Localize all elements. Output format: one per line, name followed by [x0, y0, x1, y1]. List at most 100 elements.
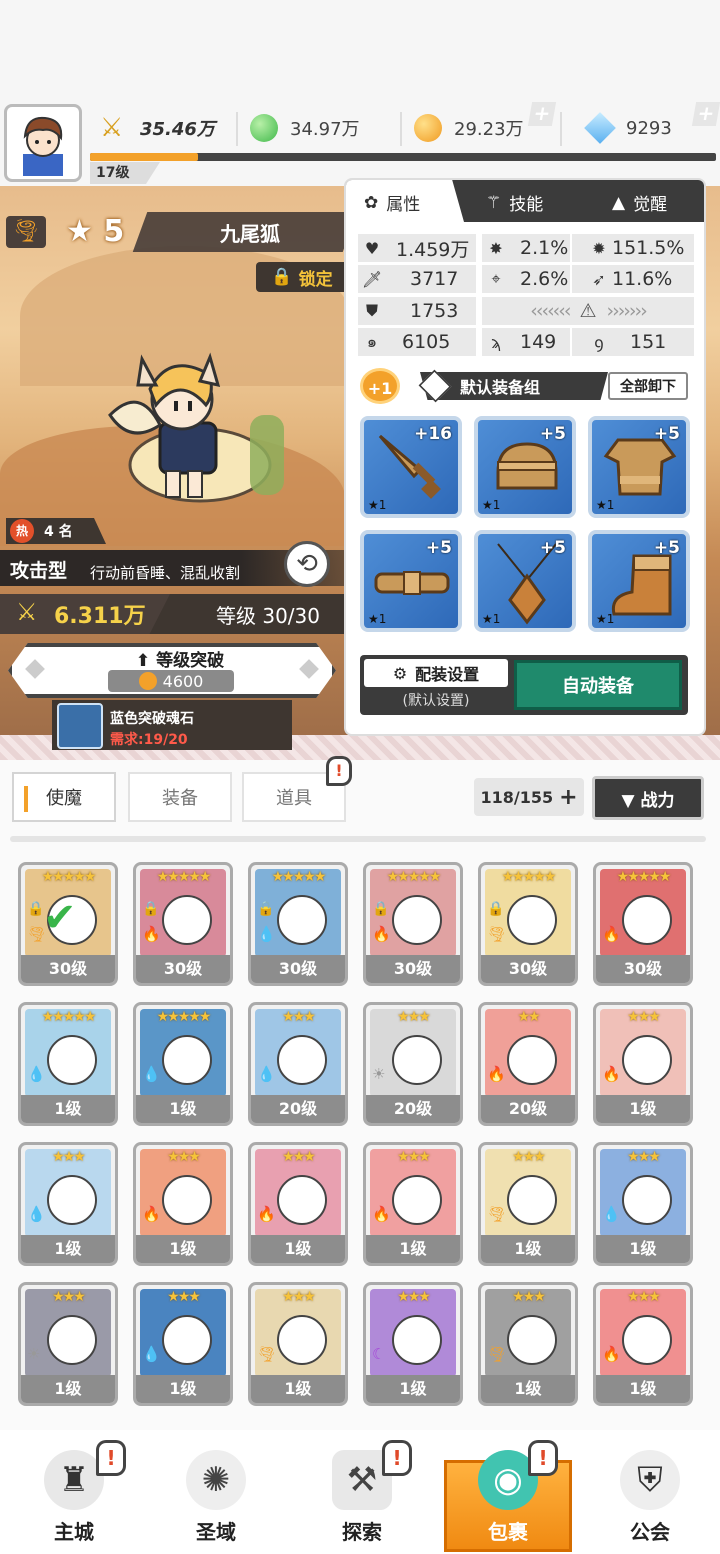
familiar-card[interactable]: ★★★★★ 🔒 🌪 30级: [478, 862, 578, 986]
skill-a-icon: ϡ: [490, 332, 502, 352]
familiar-level: 20级: [481, 1095, 575, 1123]
stat-spd: ๑ 6105: [358, 328, 476, 356]
familiar-face: [162, 1035, 212, 1085]
stat-atk: 🗡 3717: [358, 265, 476, 293]
stat-crit-dmg-value: 151.5%: [612, 237, 685, 259]
familiar-card[interactable]: ★★★ 💧 1级: [593, 1142, 693, 1266]
familiar-card[interactable]: ★★★ 🔥 1级: [248, 1142, 348, 1266]
familiar-card[interactable]: ★★★ ☀ 1级: [18, 1282, 118, 1406]
familiar-card[interactable]: ★★★ 💧 1级: [133, 1282, 233, 1406]
gold-currency[interactable]: 29.23万 +: [414, 101, 557, 148]
tab-awaken[interactable]: ▲ 觉醒: [612, 190, 667, 216]
stat-def-value: 1753: [410, 300, 459, 322]
equip-slot-boots[interactable]: +5 ★1: [588, 530, 690, 632]
enhance-level: +16: [414, 424, 452, 444]
familiar-card[interactable]: ★★★★★ 💧 1级: [18, 1002, 118, 1126]
familiar-stars: ★★★★★: [156, 1009, 212, 1025]
fire-element-icon: 🔥: [602, 925, 621, 943]
xp-fill: [90, 153, 198, 161]
gear-icon: ⚙: [392, 663, 408, 683]
stat-hp-value: 1.459万: [396, 238, 470, 261]
add-diamond-button[interactable]: +: [691, 101, 720, 126]
familiar-card[interactable]: ★★★★★ 🔒 💧 30级: [248, 862, 348, 986]
tab-attributes[interactable]: ✿ 属性: [364, 190, 420, 216]
equip-slot-helmet[interactable]: +5 ★1: [474, 416, 576, 518]
equip-slot-weapon[interactable]: +16 ★1: [360, 416, 462, 518]
stone-name: 蓝色突破魂石: [110, 711, 194, 727]
blue-soulstone-icon[interactable]: [57, 703, 103, 749]
lock-icon: 🔒: [142, 901, 160, 917]
familiar-face: [277, 1175, 327, 1225]
switch-hero-button[interactable]: ⟲: [284, 541, 330, 587]
stat-spd-value: 6105: [402, 331, 451, 353]
armor-item-icon: [603, 438, 677, 496]
wind-element-icon: 🌪: [487, 925, 507, 943]
familiar-card[interactable]: ★★★ 💧 1级: [18, 1142, 118, 1266]
dash-icon: ➶: [592, 269, 606, 289]
loadout-config-button[interactable]: ⚙ 配装设置: [364, 659, 508, 687]
stat-skill-b: ꝯ 151: [572, 328, 694, 356]
break-title: ⬆ 等级突破: [110, 646, 250, 671]
unequip-all-button[interactable]: 全部卸下: [608, 372, 688, 400]
familiar-card[interactable]: ★★★★★ 🔒 🔥 30级: [133, 862, 233, 986]
familiar-card[interactable]: ★★★ 🌪 1级: [478, 1142, 578, 1266]
player-avatar[interactable]: [4, 104, 82, 182]
familiar-stars: ★★★: [282, 1289, 316, 1305]
gold-coin-icon: [138, 672, 157, 690]
auto-equip-button[interactable]: 自动装备: [514, 660, 682, 710]
nav-guild-label: 公会: [630, 1520, 670, 1544]
hero-type: 攻击型: [10, 560, 68, 582]
selected-check-icon: ✔: [43, 895, 77, 941]
diamond-currency[interactable]: 9293 +: [584, 101, 720, 148]
equip-slot-armor[interactable]: +5 ★1: [588, 416, 690, 518]
nav-explore-alert-icon: !: [382, 1440, 412, 1476]
nav-sanctuary[interactable]: ✺ 圣域: [156, 1450, 276, 1545]
familiar-card[interactable]: ★★★ 🌪 1级: [478, 1282, 578, 1406]
familiar-level: 1级: [21, 1095, 115, 1123]
familiar-count[interactable]: 118/155 +: [474, 778, 584, 816]
familiar-card[interactable]: ★★★★★ 🔒 🔥 30级: [363, 862, 463, 986]
familiar-card[interactable]: ★★ 🔥 20级: [478, 1002, 578, 1126]
familiar-card[interactable]: ★★★★★ 🔒 🌪 ✔ 30级: [18, 862, 118, 986]
hero-power: 6.311万: [54, 604, 146, 629]
tab-skills[interactable]: ⚚ 技能: [486, 190, 543, 216]
dark-element-icon: ☾: [372, 1345, 386, 1363]
familiar-count-value: 118/155: [480, 787, 554, 807]
sort-by-power-button[interactable]: ▼ 战力: [592, 776, 704, 820]
familiar-card[interactable]: ★★★ 🔥 1级: [133, 1142, 233, 1266]
break-title-text: 等级突破: [156, 651, 225, 671]
familiar-face: [622, 1035, 672, 1085]
familiar-face: [277, 1035, 327, 1085]
hero-star-count: 5: [103, 214, 125, 249]
lock-button[interactable]: 🔒 锁定: [256, 262, 348, 292]
nav-guild[interactable]: ⛨ 公会: [590, 1450, 710, 1545]
familiar-stars: ★★★: [397, 1289, 431, 1305]
equip-slot-belt[interactable]: +5 ★1: [360, 530, 462, 632]
equip-slot-necklace[interactable]: +5 ★1: [474, 530, 576, 632]
stat-hit: ⌖ 2.6%: [482, 265, 570, 293]
familiar-card[interactable]: ★★★ 🔥 1级: [363, 1142, 463, 1266]
tab-familiars[interactable]: 使魔: [12, 772, 116, 822]
familiar-card[interactable]: ★★★ ☀ 20级: [363, 1002, 463, 1126]
familiar-face: [622, 895, 672, 945]
familiar-card[interactable]: ★★★★★ 🔥 30级: [593, 862, 693, 986]
familiar-level: 30级: [21, 955, 115, 983]
wind-element-icon: 🌪: [487, 1205, 507, 1223]
water-element-icon: 💧: [602, 1205, 621, 1223]
green-orb-icon: [250, 114, 278, 142]
water-element-icon: 💧: [142, 1345, 161, 1363]
familiar-card[interactable]: ★★★ 🌪 1级: [248, 1282, 348, 1406]
power-display: ⚔ 35.46万: [100, 108, 232, 148]
familiar-face: [507, 895, 557, 945]
familiar-level: 30级: [481, 955, 575, 983]
familiar-card[interactable]: ★★★★★ 💧 1级: [133, 1002, 233, 1126]
familiar-card[interactable]: ★★★ 🔥 1级: [593, 1282, 693, 1406]
stat-atk-value: 3717: [410, 268, 459, 290]
familiar-card[interactable]: ★★★ 💧 20级: [248, 1002, 348, 1126]
add-gold-button[interactable]: +: [527, 101, 557, 126]
familiar-card[interactable]: ★★★ ☾ 1级: [363, 1282, 463, 1406]
familiar-stars: ★★★★★: [156, 869, 212, 885]
familiar-card[interactable]: ★★★ 🔥 1级: [593, 1002, 693, 1126]
tab-equipment[interactable]: 装备: [128, 772, 232, 822]
equip-group-name: 默认装备组: [460, 378, 541, 397]
